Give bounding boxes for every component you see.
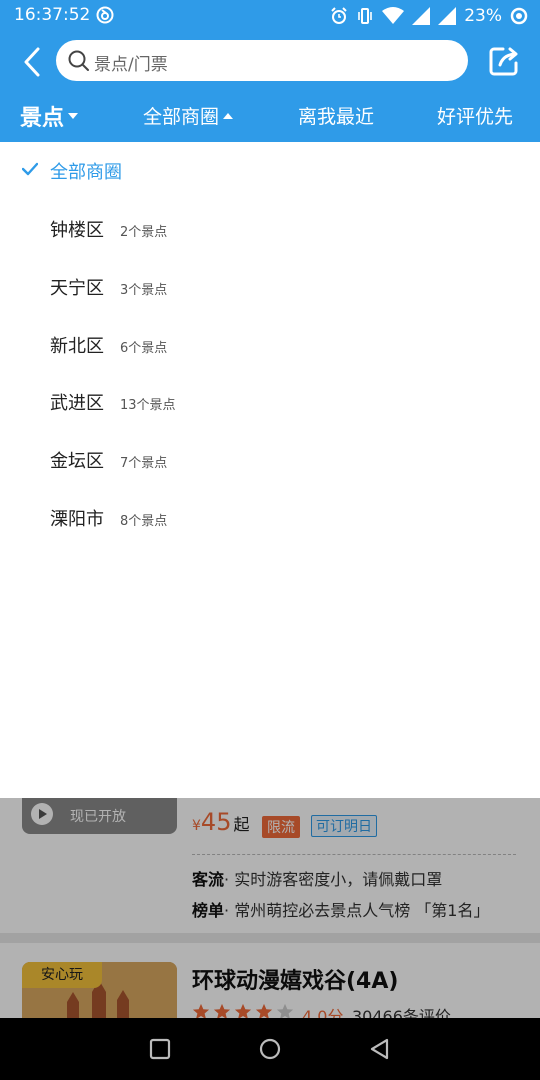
chevron-left-icon[interactable] [16, 45, 50, 79]
attraction-list: 现已开放 ¥ 45 起 限流 可订明日 客流· 实时游客密度小，请佩戴口罩 榜单… [0, 798, 540, 1018]
area-option[interactable]: 武进区 13个景点 [0, 373, 540, 431]
system-nav-bar [0, 1018, 540, 1080]
filter-label: 好评优先 [437, 106, 514, 128]
filter-nearest[interactable]: 离我最近 [298, 102, 374, 129]
area-option[interactable]: 新北区 6个景点 [0, 316, 540, 374]
area-option-name: 全部商圈 [50, 162, 122, 183]
area-option-count: 3个景点 [120, 283, 168, 298]
area-option[interactable]: 天宁区 3个景点 [0, 258, 540, 316]
filter-label: 离我最近 [298, 106, 375, 128]
caret-up-icon [223, 112, 234, 119]
filter-top-rated[interactable]: 好评优先 [437, 102, 513, 129]
battery-ring-icon [510, 7, 528, 25]
filter-area-dropdown[interactable]: 全部商圈 [143, 102, 234, 129]
vibrate-icon [358, 8, 373, 24]
area-option[interactable]: 钟楼区 2个景点 [0, 200, 540, 258]
caret-down-icon [68, 113, 79, 119]
top-bar: 景点/门票 景点 全部商圈 离我最近 好评优先 [0, 32, 540, 142]
signal-icon [412, 7, 431, 25]
dim-overlay[interactable] [0, 798, 540, 1018]
area-option-name: 溧阳市 [50, 509, 104, 530]
area-option-count: 2个景点 [120, 225, 168, 240]
area-option-name: 新北区 [50, 336, 104, 357]
signal-icon [438, 7, 457, 25]
filter-label: 景点 [20, 106, 65, 131]
battery-percent: 23% [464, 6, 502, 26]
area-option-name: 天宁区 [50, 278, 104, 299]
share-icon[interactable] [487, 44, 521, 78]
wifi-icon [382, 7, 405, 24]
search-placeholder: 景点/门票 [94, 55, 168, 75]
area-option-count: 8个景点 [120, 514, 168, 529]
area-option[interactable]: 金坛区 7个景点 [0, 431, 540, 489]
home-icon[interactable] [257, 1036, 283, 1062]
status-bar: 16:37:52 23% [0, 0, 540, 32]
area-option-name: 武进区 [50, 393, 104, 414]
area-option-count: 6个景点 [120, 341, 168, 356]
alarm-icon [331, 7, 347, 24]
area-option-count: 13个景点 [120, 398, 176, 413]
filter-bar: 景点 全部商圈 离我最近 好评优先 [0, 94, 540, 142]
area-dropdown-panel: 全部商圈 钟楼区 2个景点 天宁区 3个景点 新北区 6个景点 武进区 13个景… [0, 142, 540, 798]
area-option-name: 金坛区 [50, 451, 104, 472]
recents-icon[interactable] [147, 1036, 173, 1062]
area-option-name: 钟楼区 [50, 220, 104, 241]
area-option-all[interactable]: 全部商圈 [0, 142, 540, 200]
area-option-count: 7个景点 [120, 456, 168, 471]
check-icon [22, 162, 38, 176]
back-triangle-icon[interactable] [367, 1036, 393, 1062]
search-icon [68, 50, 89, 71]
area-option[interactable]: 溧阳市 8个景点 [0, 489, 540, 547]
status-time: 16:37:52 [14, 5, 91, 25]
app-notification-icon [96, 6, 114, 24]
search-input[interactable]: 景点/门票 [56, 40, 468, 81]
filter-category-dropdown[interactable]: 景点 [20, 100, 79, 132]
filter-label: 全部商圈 [143, 106, 220, 128]
